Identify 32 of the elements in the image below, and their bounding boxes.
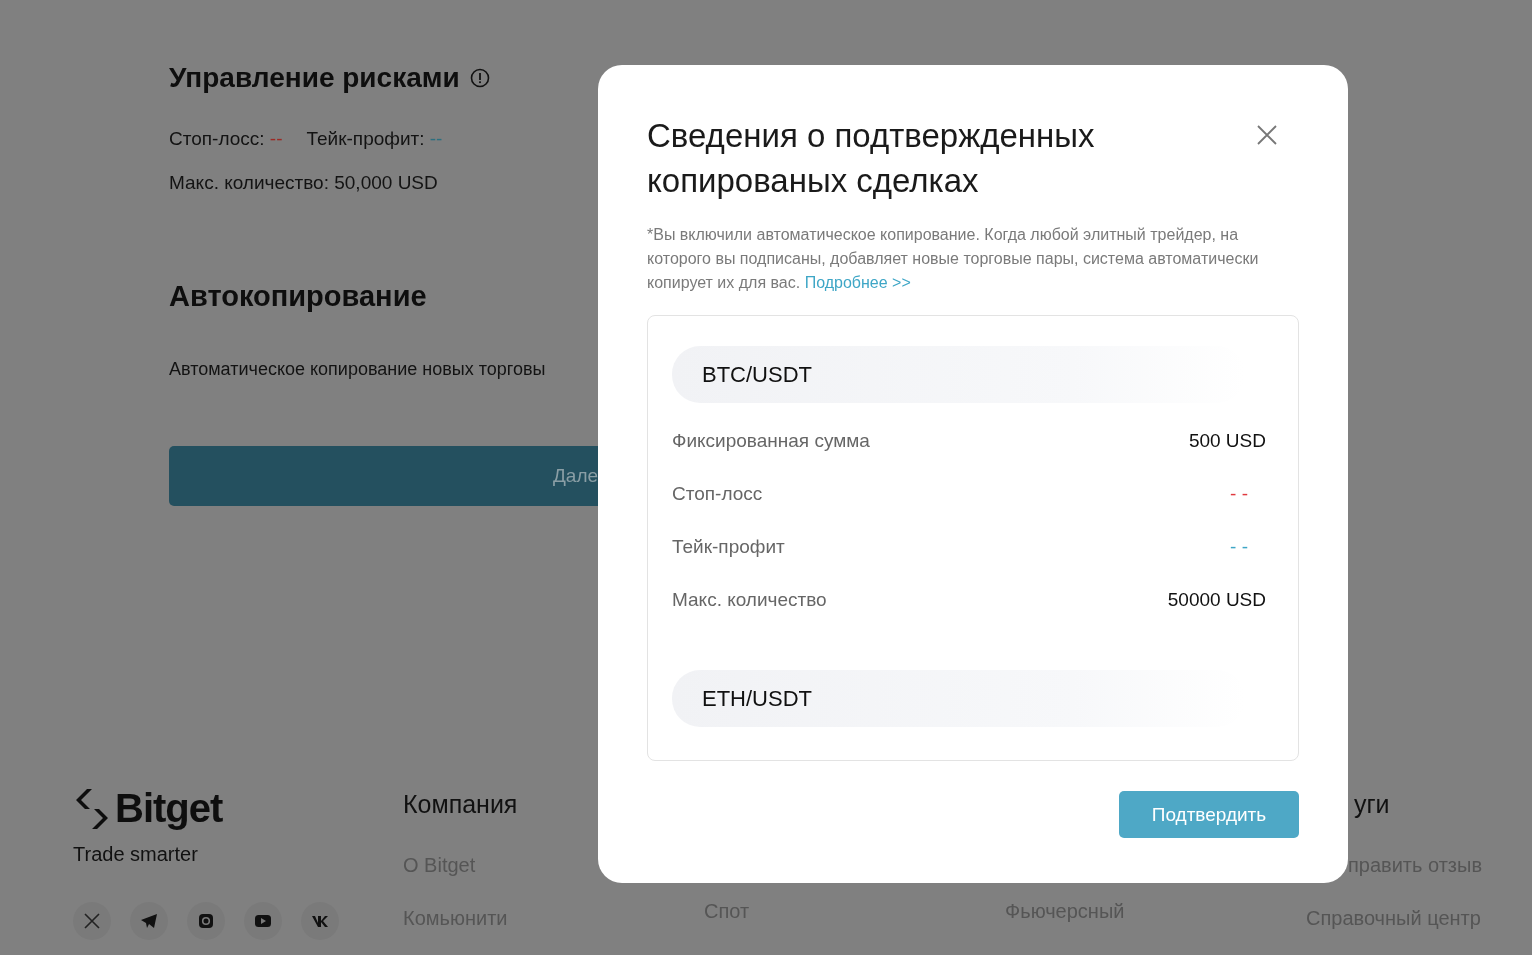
tagline-text: Trade smarter — [73, 843, 199, 866]
social-button[interactable] — [187, 902, 225, 940]
row-value: 500 USD — [1188, 430, 1267, 452]
section-title: Автокопирование — [169, 280, 427, 313]
row-value: 50000 USD — [1167, 589, 1267, 611]
logo-text: Bitget — [115, 786, 223, 831]
x-logo-icon — [82, 911, 102, 931]
column-heading: уги — [1354, 790, 1390, 820]
social-button[interactable] — [244, 902, 282, 940]
social-button[interactable] — [130, 902, 168, 940]
row-value: - - — [1230, 536, 1249, 558]
column-heading: Компания — [403, 790, 519, 820]
row-value: - - — [1230, 483, 1249, 505]
description-text: Автоматическое копирование новых торговы — [169, 359, 546, 380]
max-amount-text: Макс. количество: 50,000 USD — [169, 172, 438, 194]
paper-plane-icon — [139, 911, 159, 931]
close-button[interactable] — [1255, 123, 1279, 147]
row-label: Тейк-профит — [672, 536, 785, 558]
dialog-title: Сведения о подтвержденных копированых сделках — [647, 116, 1096, 201]
more-link[interactable]: Подробнее >> — [804, 274, 911, 291]
social-button[interactable] — [73, 902, 111, 940]
take-profit-text: Тейк-профит: -- — [306, 128, 443, 150]
note-text: *Вы включили автоматическое копирование. Когда любой элитный трейдер, на которого вы подписаны, добавляет новые торговые пары, система автоматически копирует их для вас. Подробнее >> — [647, 225, 1260, 293]
camera-icon — [196, 911, 216, 931]
info-icon — [469, 68, 490, 88]
row-label: Макс. количество — [672, 589, 827, 611]
section-title: Управление рисками — [169, 62, 460, 94]
close-icon — [1255, 123, 1279, 147]
confirm-button[interactable]: Подтвердить — [1119, 791, 1299, 838]
social-button[interactable] — [301, 902, 339, 940]
stop-loss-text: Стоп-лосс: -- — [169, 128, 283, 150]
row-label: Стоп-лосс — [672, 483, 763, 505]
